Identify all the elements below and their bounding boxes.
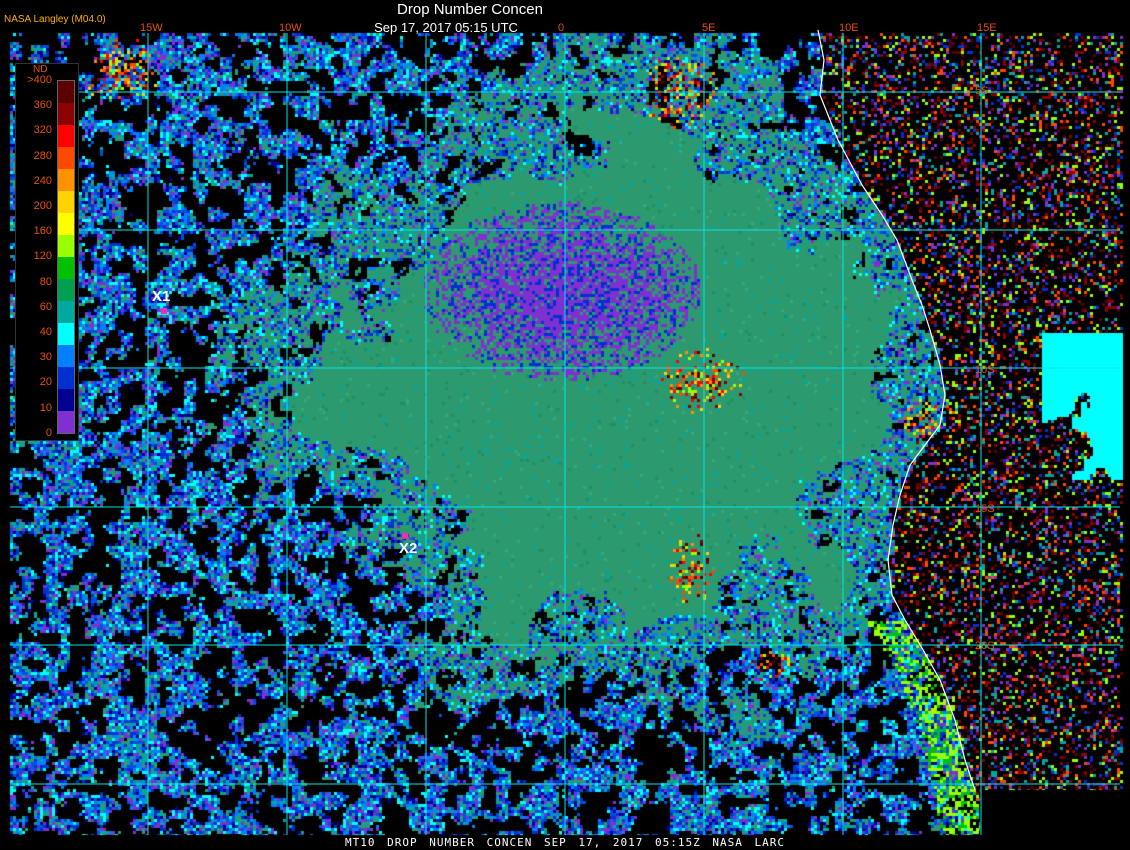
legend-swatch (58, 169, 74, 191)
lon-label-10w: 10W (279, 22, 302, 34)
legend-label: 160 (33, 225, 52, 238)
legend-swatch (58, 81, 74, 103)
lon-label-15w: 15W (140, 22, 163, 34)
point-x2-label: X2 (399, 540, 418, 557)
legend-label: 320 (33, 124, 52, 137)
satellite-map-view: NASA Langley (M04.0) Drop Number Concen … (0, 0, 1130, 850)
lon-label-0: 0 (558, 22, 565, 34)
point-x2-marker (402, 533, 408, 539)
legend-label: 120 (33, 250, 52, 263)
legend-swatch (58, 257, 74, 279)
legend-swatch (58, 367, 74, 389)
legend-label: 40 (39, 326, 52, 338)
legend-swatch (58, 125, 74, 147)
legend-label: 30 (39, 351, 52, 364)
legend-label: 80 (39, 275, 52, 288)
legend-label: 360 (33, 99, 52, 112)
legend-swatch (58, 213, 74, 235)
legend-label: 60 (39, 300, 52, 313)
lat-label-20s: 20S (975, 640, 995, 652)
map-title: Drop Number Concen (397, 1, 543, 18)
lat-label-15s: 15S (975, 503, 995, 515)
legend-swatch (58, 345, 74, 367)
legend-swatch (58, 323, 74, 345)
legend-swatch (58, 301, 74, 323)
map-overlay (10, 29, 1120, 835)
lon-label-5e: 5E (702, 22, 716, 34)
legend-swatch (58, 411, 74, 433)
map-datetime: Sep 17, 2017 05:15 UTC (374, 20, 518, 35)
legend-label: 280 (33, 149, 52, 162)
lon-label-15e: 15E (977, 22, 997, 34)
legend-label: 0 (45, 426, 52, 439)
legend-label: 240 (33, 174, 52, 187)
point-x1-marker (161, 308, 167, 314)
legend-swatch (58, 279, 74, 301)
legend-swatch (58, 235, 74, 257)
lat-label-5s: 5S (975, 85, 989, 97)
legend-label: 20 (39, 376, 52, 389)
legend-label: 10 (39, 401, 52, 414)
lon-label-10e: 10E (839, 22, 859, 34)
legend-label: 200 (33, 200, 52, 212)
legend-colorbar (57, 80, 75, 434)
legend-label: >400 (27, 74, 52, 86)
legend-swatch (58, 147, 74, 169)
legend-swatch (58, 103, 74, 125)
legend-swatch (58, 389, 74, 411)
map-footer: MT10 DROP NUMBER CONCEN SEP 17, 2017 05:… (345, 836, 785, 849)
legend-swatch (58, 191, 74, 213)
lat-label-10s: 10S (975, 364, 995, 376)
africa-coastline (817, 29, 976, 791)
point-x1-label: X1 (152, 288, 171, 305)
color-legend: ND >400 360 320 280 240 200 160 120 80 60 40 30 20 10… (15, 63, 79, 441)
